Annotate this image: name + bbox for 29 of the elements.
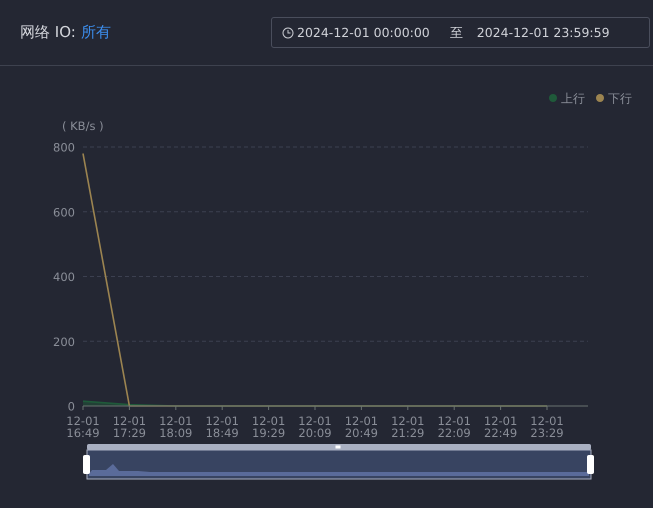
- x-tick-label: 12-01 18:09: [159, 414, 192, 440]
- y-tick-label: 800: [53, 140, 75, 154]
- x-tick-label: 12-01 22:09: [438, 414, 471, 440]
- zoom-slider[interactable]: [83, 444, 594, 480]
- legend-label: 上行: [561, 92, 585, 106]
- x-tick-label: 12-01 17:29: [112, 414, 146, 440]
- clock-icon: [282, 26, 294, 38]
- x-tick-label: 12-01 18:49: [206, 414, 239, 440]
- x-tick-label: 12-01 21:29: [391, 414, 424, 440]
- end-date-field[interactable]: 2024-12-01 23:59:59: [476, 25, 610, 40]
- legend-item[interactable]: 上行: [549, 92, 585, 106]
- y-axis-unit: ( KB/s ): [62, 119, 104, 133]
- x-tick-label: 12-01 19:29: [252, 414, 286, 440]
- range-separator: 至: [450, 24, 463, 42]
- x-tick-label: 12-01 20:49: [344, 414, 378, 440]
- x-tick-label: 12-01 20:09: [298, 414, 332, 440]
- y-tick-label: 200: [53, 334, 75, 349]
- filter-link[interactable]: 所有: [80, 23, 111, 42]
- legend-item[interactable]: 下行: [596, 92, 632, 106]
- x-tick-label: 12-01 16:49: [66, 414, 100, 440]
- panel-title: 网络 IO:: [20, 23, 76, 42]
- y-tick-label: 0: [68, 400, 75, 414]
- x-tick-label: 12-01 22:49: [484, 414, 518, 440]
- y-tick-label: 600: [53, 205, 75, 220]
- legend-label: 下行: [608, 92, 632, 106]
- date-range-picker[interactable]: 2024-12-01 00:00:00 至 2024-12-01 23:59:59: [271, 17, 650, 48]
- start-date-field[interactable]: 2024-12-01 00:00:00: [297, 25, 430, 40]
- x-tick-label: 12-01 23:29: [530, 414, 564, 440]
- y-tick-label: 400: [53, 270, 75, 284]
